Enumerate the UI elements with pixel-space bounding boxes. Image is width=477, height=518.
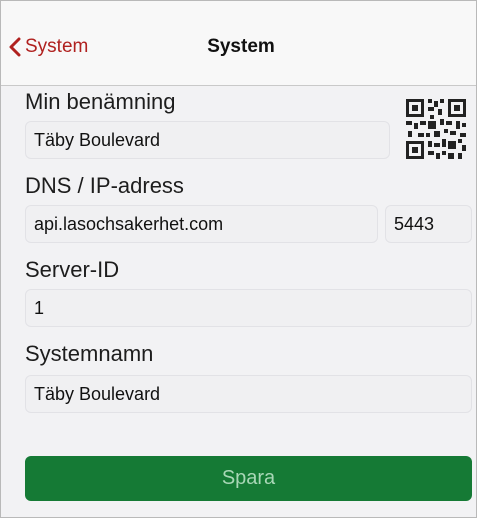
save-button[interactable]: Spara [25, 456, 472, 501]
system-settings-screen: System System Min benämning Täby Bouleva… [0, 0, 477, 518]
qr-code-icon[interactable] [404, 97, 468, 161]
chevron-left-icon [9, 37, 21, 57]
system-name-label: Systemnamn [25, 341, 154, 366]
back-button[interactable]: System [9, 36, 88, 58]
name-field[interactable]: Täby Boulevard [25, 121, 390, 159]
name-label: Min benämning [25, 89, 176, 114]
back-button-label: System [25, 36, 89, 57]
dns-field[interactable]: api.lasochsakerhet.com [25, 205, 378, 243]
dns-label: DNS / IP-adress [25, 173, 184, 198]
server-id-field[interactable]: 1 [25, 289, 472, 327]
system-name-field[interactable]: Täby Boulevard [25, 375, 472, 413]
port-field[interactable]: 5443 [385, 205, 472, 243]
server-id-label: Server-ID [25, 257, 120, 282]
save-button-label: Spara [221, 467, 276, 489]
page-title: System [207, 36, 275, 57]
navigation-bar: System System [1, 1, 476, 86]
